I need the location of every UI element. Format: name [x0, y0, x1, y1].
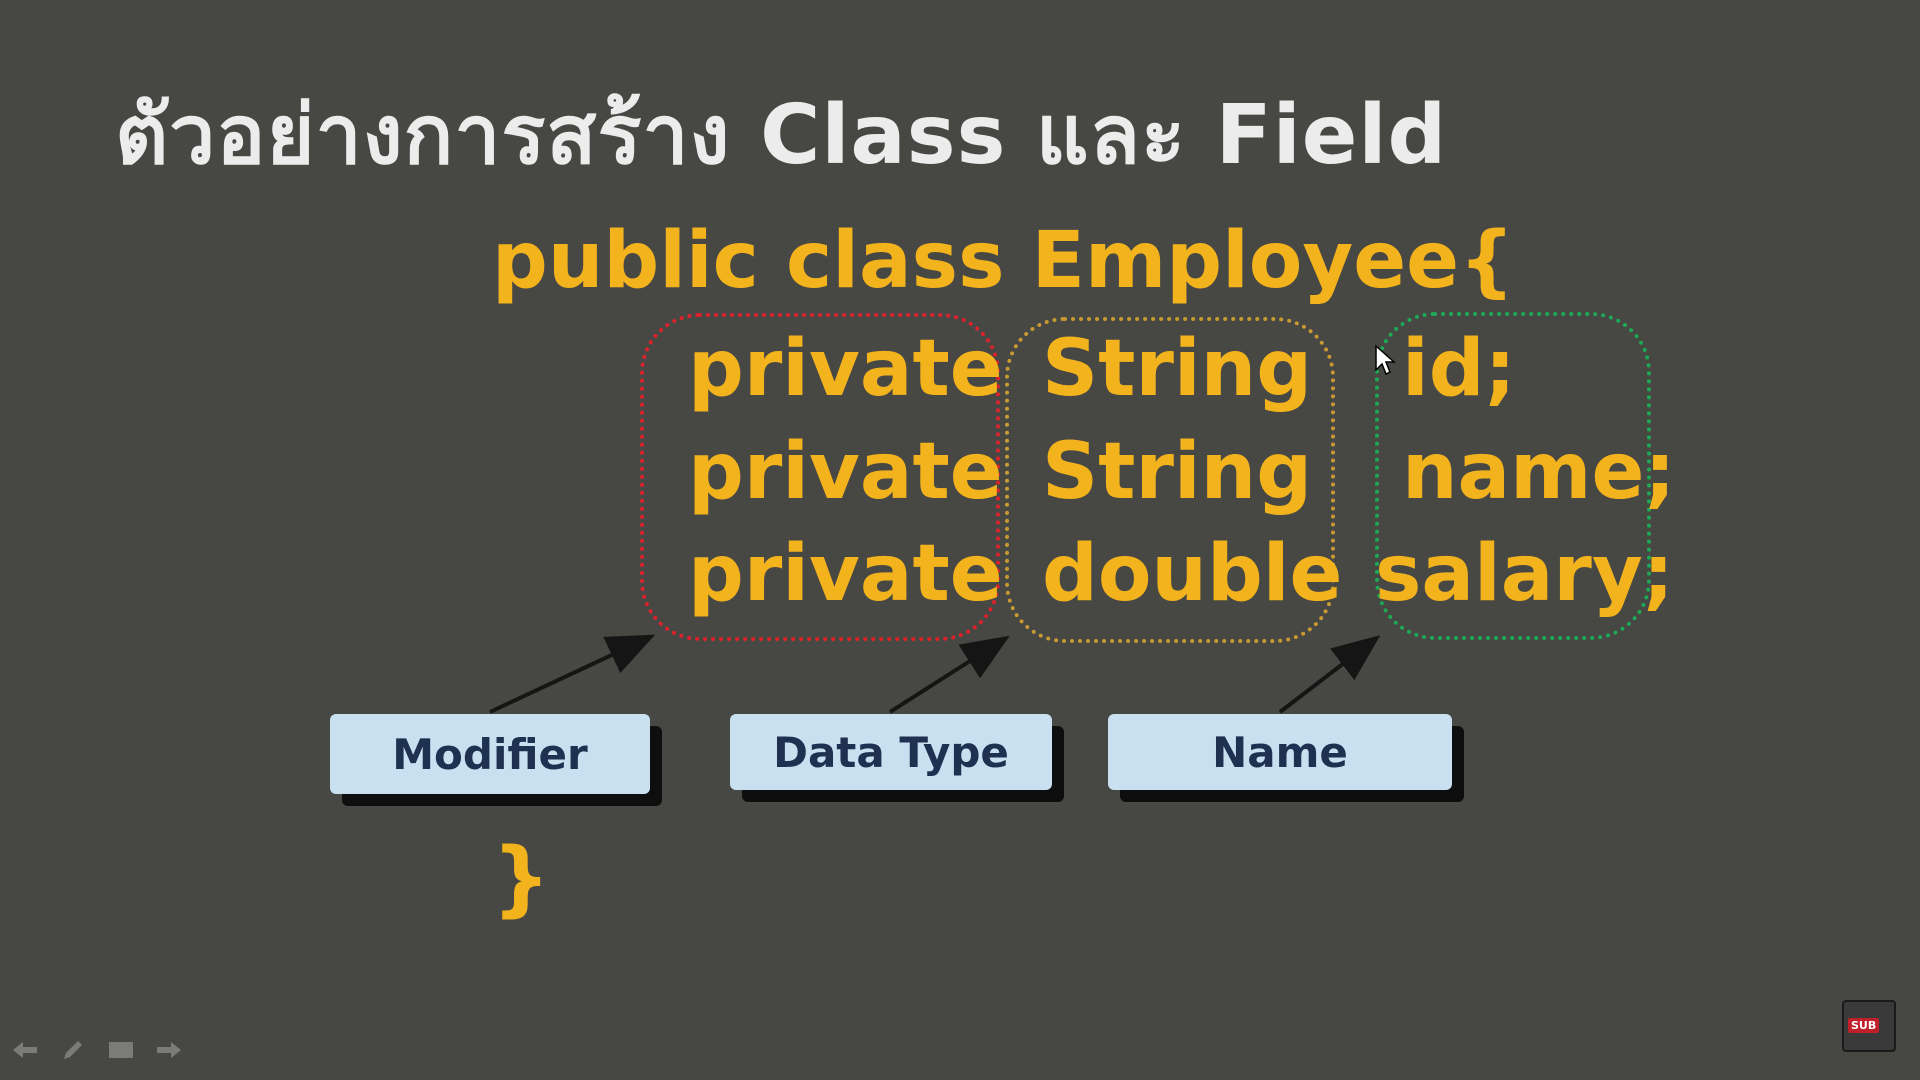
field-modifier: private: [688, 529, 1003, 619]
subtitles-badge-text: SUB: [1848, 1018, 1880, 1033]
field-modifier: private: [688, 324, 1003, 414]
field-name: id;: [1402, 324, 1516, 414]
closing-brace: }: [492, 831, 551, 926]
slide-title: ตัวอย่างการสร้าง Class และ Field: [115, 88, 1448, 183]
back-arrow-icon[interactable]: [10, 1038, 40, 1062]
field-modifier: private: [688, 427, 1003, 517]
class-declaration: public class Employee{: [492, 216, 1515, 306]
field-type: double: [1042, 529, 1343, 619]
modifier-label: Modifier: [330, 714, 650, 794]
field-name: name;: [1402, 427, 1676, 517]
mouse-cursor-icon: [1374, 344, 1396, 380]
forward-arrow-icon[interactable]: [154, 1038, 184, 1062]
data-type-arrow: [888, 635, 1010, 714]
name-label: Name: [1108, 714, 1452, 790]
subtitles-icon[interactable]: SUB: [1842, 1000, 1896, 1052]
modifier-arrow: [489, 634, 656, 714]
data-type-label: Data Type: [730, 714, 1052, 790]
pen-icon[interactable]: [58, 1038, 88, 1062]
presentation-toolbar: [10, 1038, 184, 1062]
slide: ตัวอย่างการสร้าง Class และ Field public …: [0, 0, 1920, 1080]
screen-icon[interactable]: [106, 1038, 136, 1062]
name-arrow: [1278, 635, 1381, 714]
field-type: String: [1042, 427, 1313, 517]
field-type: String: [1042, 324, 1313, 414]
field-name: salary;: [1375, 529, 1674, 619]
